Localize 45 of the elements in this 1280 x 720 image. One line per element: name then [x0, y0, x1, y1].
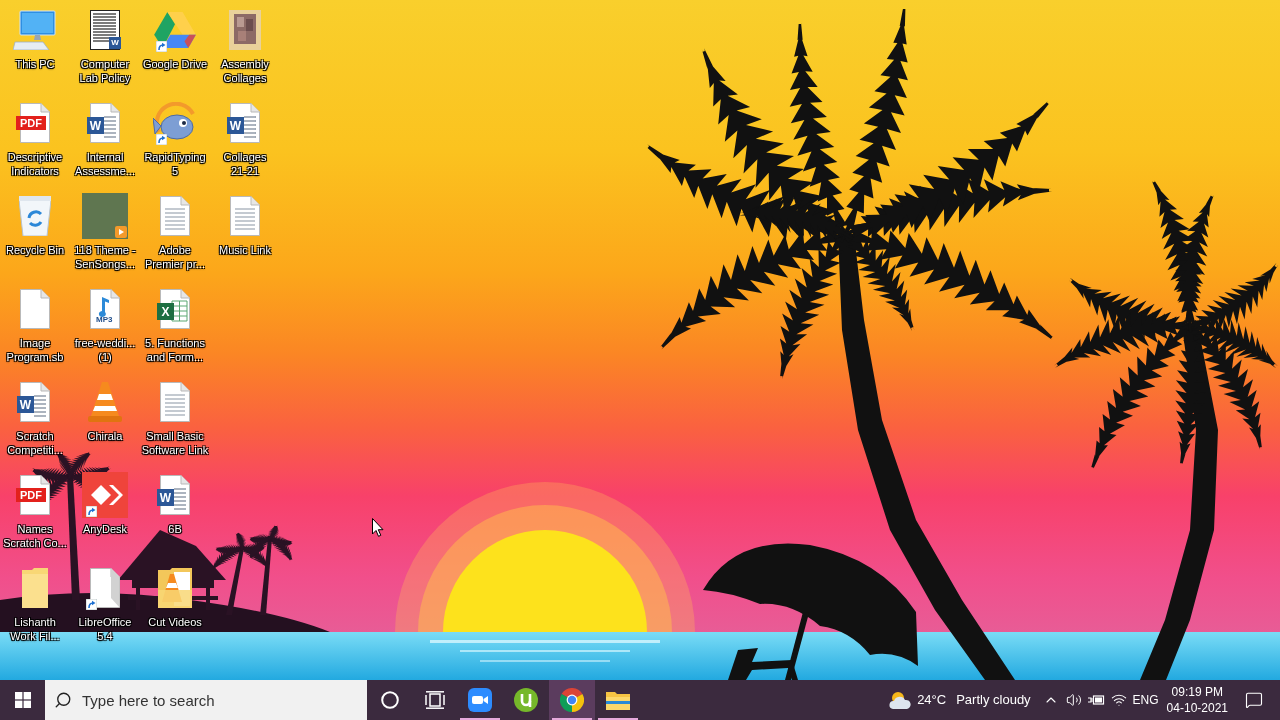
file-type-badge: PDF — [16, 116, 46, 130]
file-type-badge: W — [87, 117, 104, 134]
diamond-arrow-tile-icon — [82, 472, 128, 518]
mouse-cursor-icon — [372, 518, 384, 537]
file-type-badge: PDF — [16, 488, 46, 502]
taskbar-app-button[interactable] — [549, 680, 595, 720]
file-type-badge: W — [157, 489, 174, 506]
text-file-icon — [160, 196, 190, 236]
clock-button[interactable]: 09:19 PM 04-10-2021 — [1160, 680, 1234, 720]
notification-icon — [1245, 691, 1263, 709]
search-icon — [54, 691, 72, 709]
wifi-icon — [1110, 692, 1127, 708]
task-view-icon — [424, 691, 445, 709]
browser-icon — [560, 688, 584, 712]
windows-logo-icon — [14, 692, 31, 708]
recycle-bin-icon — [19, 196, 51, 236]
folder-icon — [22, 568, 48, 608]
sun-behind-cloud-icon — [889, 691, 912, 709]
battery-plug-icon — [1086, 695, 1105, 705]
folder-icon — [606, 690, 630, 710]
text-file-icon — [230, 196, 260, 236]
beach-chair — [728, 648, 798, 680]
folder-icon — [158, 568, 192, 608]
file-type-label: MP3 — [96, 316, 113, 324]
file-type-badge: X — [157, 303, 174, 320]
file-type-badge: W — [227, 117, 244, 134]
file-type-badge: W — [17, 396, 34, 413]
video-camera-app-icon — [468, 688, 492, 712]
traffic-cone-icon — [88, 382, 122, 422]
round-app-logo-icon — [514, 688, 538, 712]
circle-icon — [380, 691, 399, 709]
weather-button[interactable]: 24°C Partly cloudy — [881, 680, 1039, 720]
photo-folder-icon — [229, 10, 261, 50]
search-field[interactable]: Type here to search — [45, 680, 367, 720]
play-badge-icon — [115, 226, 127, 238]
text-file-icon — [160, 382, 190, 422]
document-preview-icon — [90, 10, 120, 50]
file-type-badge: W — [109, 37, 121, 49]
music-file-icon — [90, 289, 120, 329]
speaker-icon — [1065, 692, 1082, 708]
language-button[interactable]: ENG — [1130, 680, 1161, 720]
file-icon — [90, 568, 120, 608]
computer-monitor-icon — [13, 10, 57, 50]
document-icon — [20, 289, 50, 329]
triangle-logo-icon — [154, 12, 196, 48]
